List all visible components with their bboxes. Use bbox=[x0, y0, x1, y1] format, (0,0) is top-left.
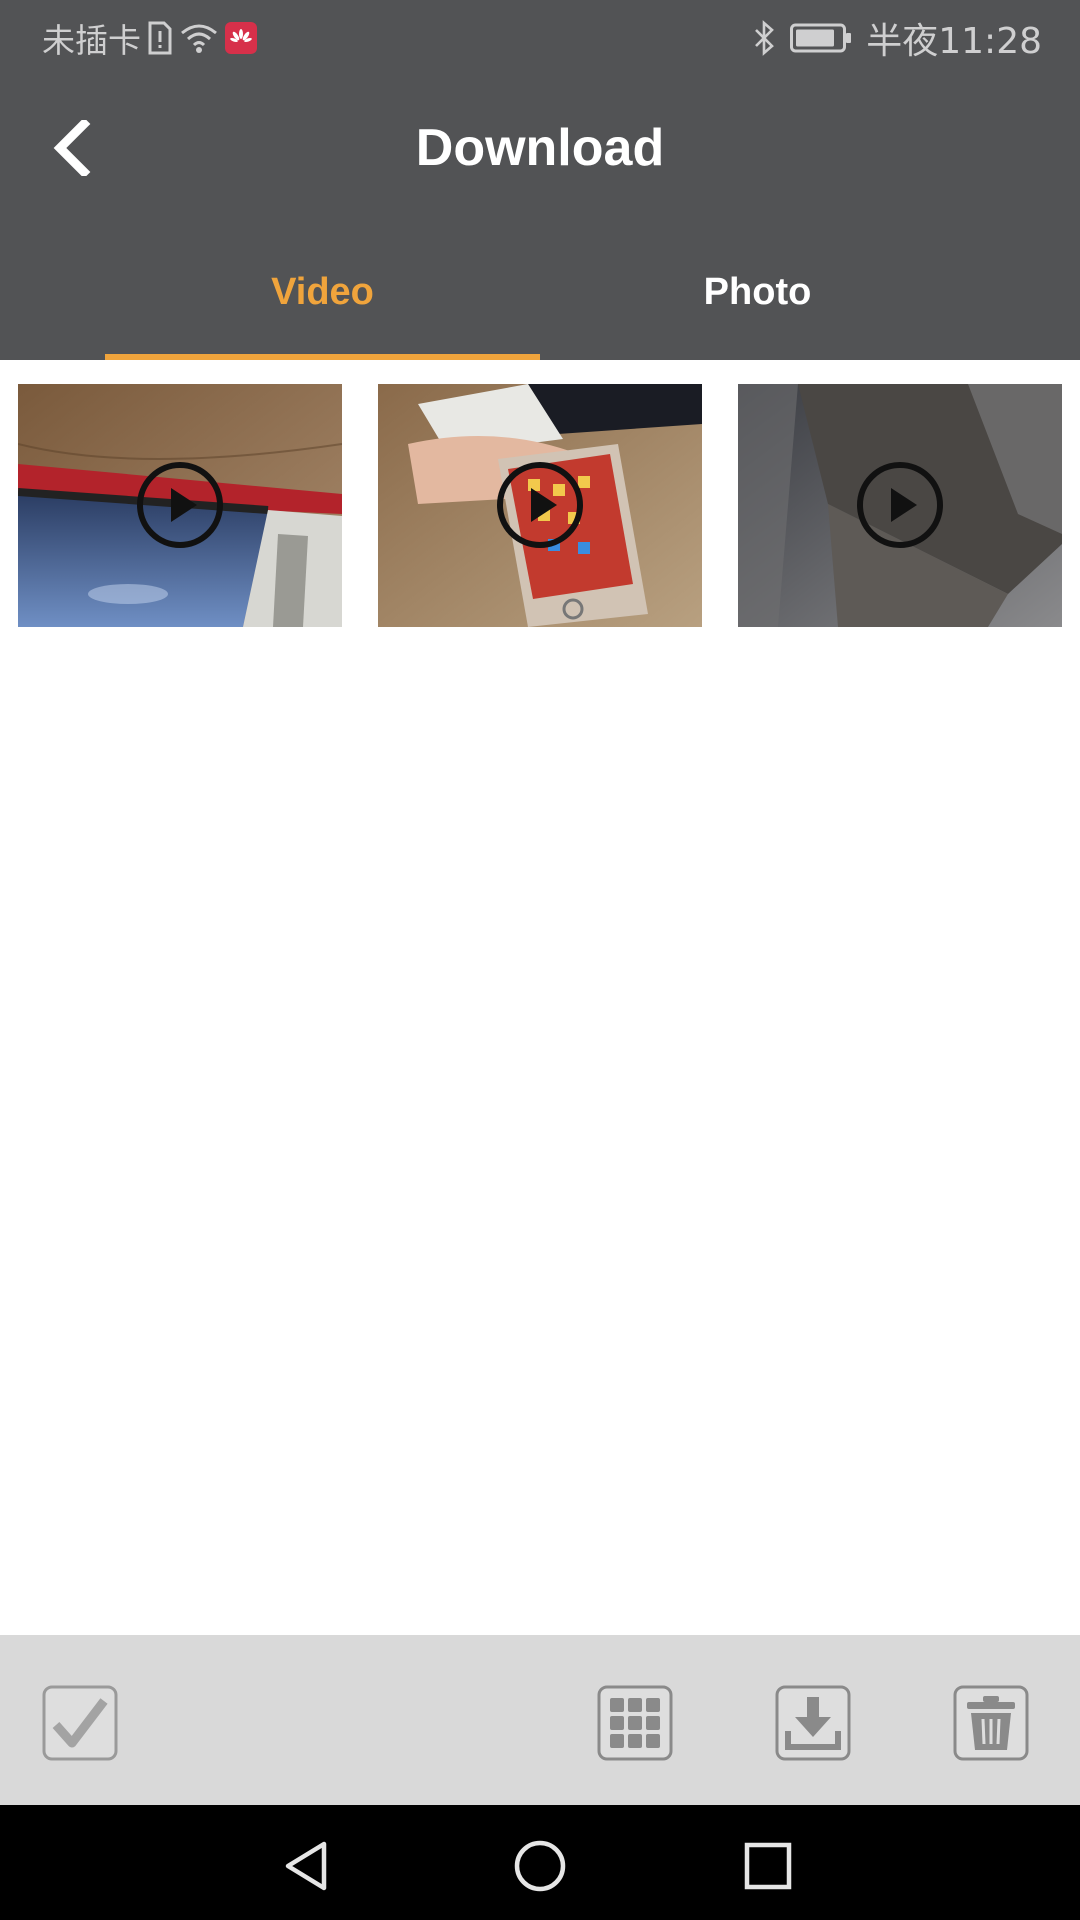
download-icon bbox=[775, 1685, 851, 1761]
tab-active-indicator bbox=[105, 354, 540, 360]
wifi-icon bbox=[181, 24, 217, 53]
bottom-toolbar bbox=[0, 1635, 1080, 1805]
nav-back-icon bbox=[285, 1841, 327, 1891]
app-bar: Download bbox=[0, 75, 1080, 225]
tab-bar: Video Photo bbox=[0, 225, 1080, 360]
huawei-app-icon bbox=[225, 21, 257, 54]
trash-icon bbox=[953, 1685, 1029, 1761]
play-circle-icon bbox=[857, 462, 943, 548]
bluetooth-icon bbox=[755, 19, 775, 56]
grid-view-button[interactable] bbox=[597, 1685, 673, 1761]
nav-home-button[interactable] bbox=[512, 1838, 568, 1894]
checkbox-icon bbox=[42, 1685, 118, 1761]
delete-button[interactable] bbox=[953, 1685, 1029, 1761]
status-left: 未插卡 bbox=[42, 0, 257, 75]
video-thumbnail-1[interactable] bbox=[18, 384, 342, 627]
battery-icon bbox=[790, 23, 852, 52]
nav-back-button[interactable] bbox=[280, 1838, 336, 1894]
play-circle-icon bbox=[497, 462, 583, 548]
video-thumbnail-2[interactable] bbox=[378, 384, 702, 627]
nav-recent-icon bbox=[744, 1842, 792, 1890]
system-nav-bar bbox=[0, 1805, 1080, 1920]
select-all-button[interactable] bbox=[42, 1685, 118, 1761]
grid-icon bbox=[597, 1685, 673, 1761]
status-right: 半夜11:28 bbox=[752, 0, 1042, 75]
tab-photo[interactable]: Photo bbox=[540, 225, 975, 360]
download-button[interactable] bbox=[775, 1685, 851, 1761]
sim-alert-icon bbox=[148, 21, 172, 54]
tab-video[interactable]: Video bbox=[105, 225, 540, 360]
status-bar: 未插卡 半夜11:28 bbox=[0, 0, 1080, 75]
clock-text: 半夜11:28 bbox=[866, 20, 1042, 62]
page-title: Download bbox=[415, 119, 665, 177]
video-grid bbox=[18, 384, 1062, 627]
video-thumbnail-3[interactable] bbox=[738, 384, 1062, 627]
play-circle-icon bbox=[137, 462, 223, 548]
nav-recent-button[interactable] bbox=[740, 1838, 796, 1894]
carrier-text: 未插卡 bbox=[42, 20, 141, 60]
nav-home-icon bbox=[514, 1840, 566, 1892]
